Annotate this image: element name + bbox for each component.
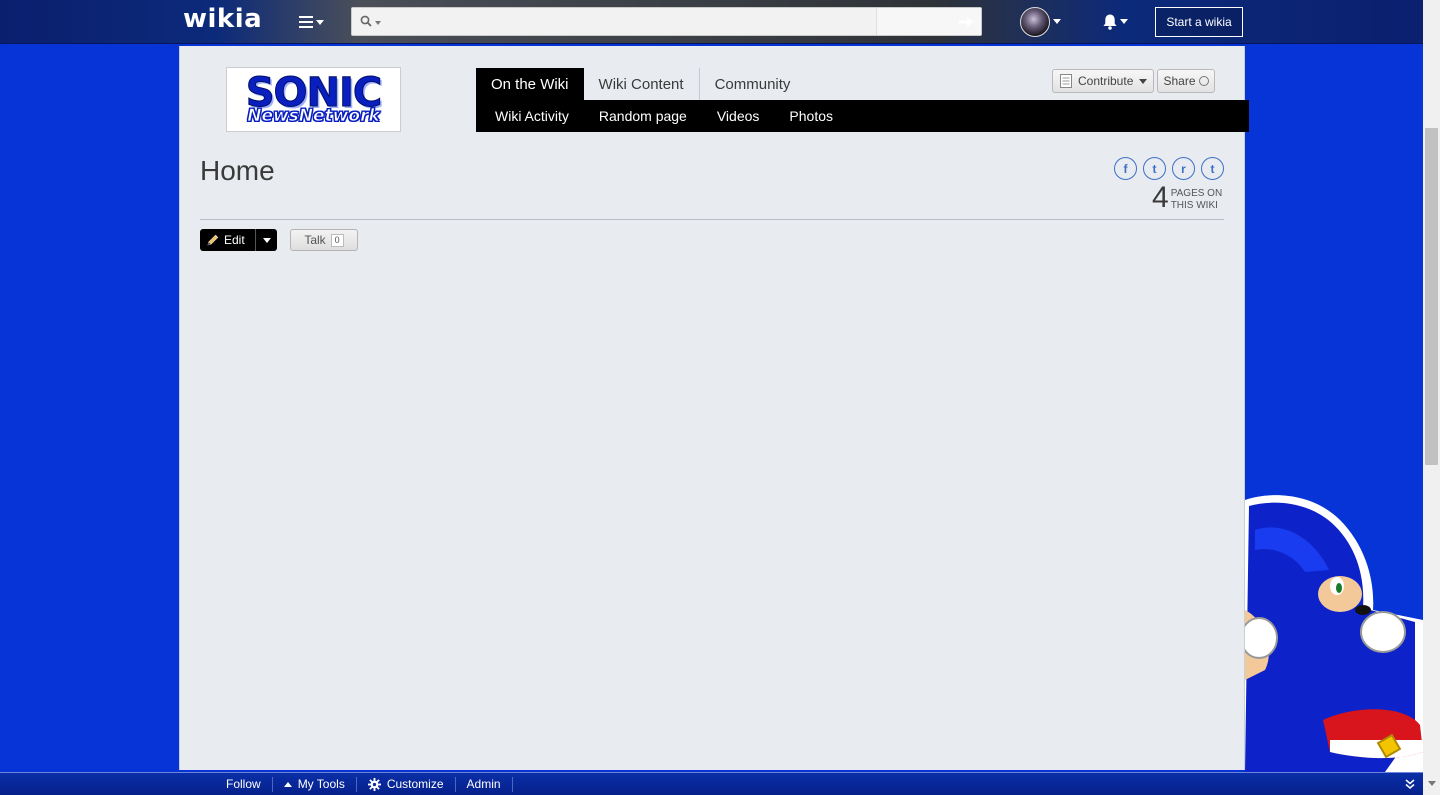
chevron-down-icon <box>316 19 324 25</box>
tab-community[interactable]: Community <box>700 68 806 100</box>
page-count-label-line1: PAGES ON <box>1170 188 1223 199</box>
share-label: Share <box>1163 74 1196 88</box>
hamburger-menu-button[interactable] <box>299 12 329 32</box>
search-submit-button[interactable] <box>876 8 981 35</box>
document-icon <box>1060 74 1072 88</box>
page-count-label-line2: THIS WIKI <box>1170 200 1218 211</box>
twitter-icon[interactable]: t <box>1143 157 1166 180</box>
search-input[interactable] <box>384 11 874 32</box>
contribute-label: Contribute <box>1078 74 1134 88</box>
contribute-button[interactable]: Contribute <box>1052 69 1154 93</box>
search-icon[interactable] <box>360 15 372 27</box>
edit-main[interactable]: Edit <box>200 229 255 251</box>
start-a-wikia-button[interactable]: Start a wikia <box>1155 7 1243 37</box>
toolbar-admin-label: Admin <box>466 776 501 791</box>
toolbar-my-tools-label: My Tools <box>297 776 345 791</box>
toolbar-follow[interactable]: Follow <box>215 776 273 792</box>
chevron-down-icon <box>1139 78 1148 84</box>
header-divider <box>200 219 1224 220</box>
chevron-down-icon[interactable] <box>1053 19 1061 24</box>
page-count-number: 4 <box>1152 181 1169 214</box>
page-scrollbar[interactable] <box>1423 0 1440 795</box>
page-title: Home <box>200 155 275 186</box>
reddit-icon[interactable]: r <box>1172 157 1195 180</box>
edit-label: Edit <box>224 233 245 247</box>
wiki-wordmark-logo[interactable]: SONIC NewsNetwork <box>226 67 401 132</box>
subnav-item-wiki-activity[interactable]: Wiki Activity <box>480 100 584 132</box>
subnav-item-random-page[interactable]: Random page <box>584 100 702 132</box>
tab-on-the-wiki[interactable]: On the Wiki <box>476 68 584 100</box>
notifications-bell-icon[interactable] <box>1101 13 1119 31</box>
search-scope-chevron-icon[interactable] <box>375 21 381 25</box>
tab-wiki-content[interactable]: Wiki Content <box>584 68 700 100</box>
search-box <box>351 7 982 36</box>
facebook-icon[interactable]: f <box>1114 157 1137 180</box>
page-count-label: PAGES ON THIS WIKI <box>1171 188 1223 212</box>
arrow-right-icon <box>959 16 973 27</box>
bottom-toolbar: Follow My Tools Customize Admin <box>0 772 1423 795</box>
tumblr-icon[interactable]: t <box>1201 157 1224 180</box>
page-count: 4 PAGES ON THIS WIKI <box>1152 183 1222 213</box>
gear-icon <box>367 777 381 791</box>
edit-button[interactable]: Edit <box>200 229 277 251</box>
talk-button[interactable]: Talk 0 <box>290 229 358 251</box>
global-nav: wikia Start a wikia <box>0 0 1440 44</box>
share-icon <box>1198 76 1209 86</box>
share-button[interactable]: Share <box>1157 69 1215 93</box>
chevron-down-icon <box>262 237 271 243</box>
social-share-icons: f t r t <box>1114 157 1224 180</box>
wordmark-line2: NewsNetwork <box>247 106 380 126</box>
pencil-icon <box>207 234 219 246</box>
talk-count-badge: 0 <box>330 233 344 247</box>
wiki-content-area: SONIC NewsNetwork On the Wiki Wiki Conte… <box>179 46 1249 770</box>
toolbar-admin[interactable]: Admin <box>456 776 513 792</box>
wikia-logo[interactable]: wikia <box>183 4 262 34</box>
chevron-up-icon <box>283 781 292 787</box>
toolbar-follow-label: Follow <box>226 776 261 791</box>
avatar[interactable] <box>1020 7 1050 37</box>
subnav-item-photos[interactable]: Photos <box>774 100 848 132</box>
subnav-item-videos[interactable]: Videos <box>702 100 775 132</box>
talk-label: Talk <box>304 233 326 247</box>
collapse-toolbar-icon[interactable] <box>1405 778 1415 790</box>
wiki-nav-tabs: On the Wiki Wiki Content Community <box>476 68 805 100</box>
toolbar-customize[interactable]: Customize <box>357 776 456 792</box>
hamburger-icon <box>299 16 313 28</box>
toolbar-customize-label: Customize <box>386 776 444 791</box>
toolbar-my-tools[interactable]: My Tools <box>273 776 357 792</box>
sonic-character-image <box>1245 495 1423 772</box>
scroll-down-icon[interactable] <box>1428 781 1436 786</box>
scrollbar-thumb[interactable] <box>1425 128 1438 465</box>
edit-dropdown-toggle[interactable] <box>255 229 277 251</box>
chevron-down-icon[interactable] <box>1120 19 1128 24</box>
wiki-subnav: Wiki Activity Random page Videos Photos <box>476 100 1249 132</box>
